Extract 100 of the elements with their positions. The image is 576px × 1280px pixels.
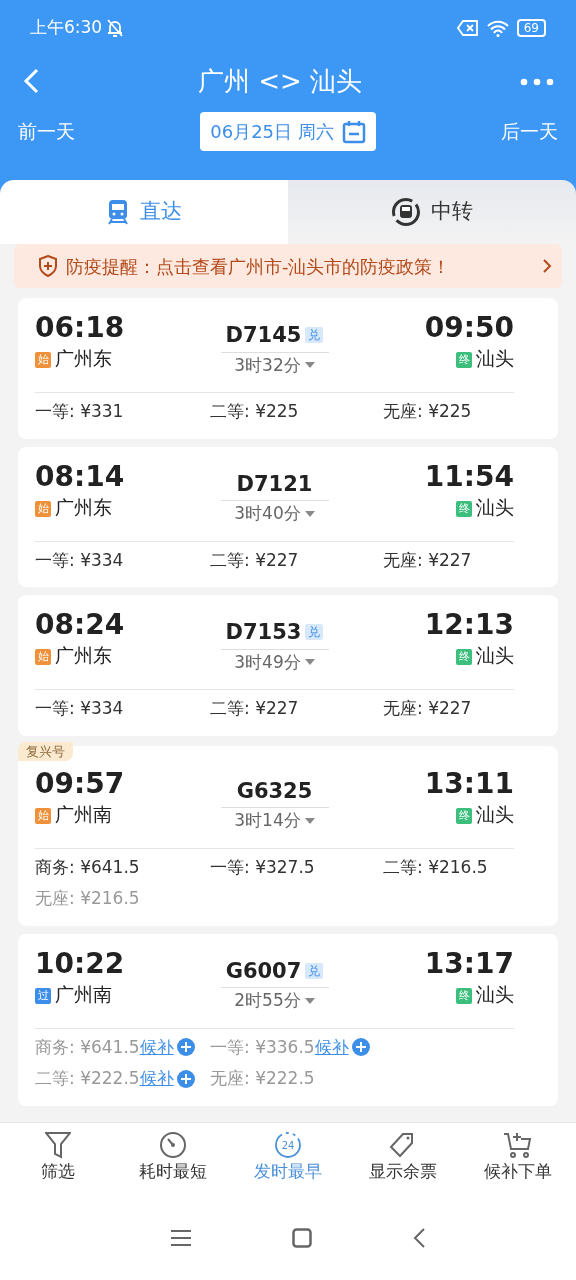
cart-add-icon	[503, 1131, 534, 1159]
home-icon[interactable]	[292, 1228, 312, 1248]
calendar-icon	[341, 119, 366, 144]
fare-price: 一等: ¥336.5	[210, 1035, 315, 1059]
toolbar-button[interactable]: 显示余票	[345, 1131, 461, 1185]
fare-price: 无座: ¥222.5	[210, 1067, 315, 1090]
train-card[interactable]: 06:18 始 广州东 D7145 $^{兑}$ 3时32分 09:50 终 汕头 一等: ¥331 二等: ¥225 无座: ¥225	[18, 298, 558, 439]
fare-price: 一等: ¥334	[35, 548, 124, 572]
departure-station: 广州东	[55, 347, 112, 370]
arrival-time: 13:17	[424, 947, 514, 980]
terminal-tag: 终	[456, 987, 472, 1004]
arrival-station: 汕头	[476, 347, 514, 370]
train-type-badge: 复兴号	[18, 741, 73, 761]
fare-price: 商务: ¥641.5	[35, 1035, 140, 1059]
menu-icon[interactable]	[170, 1229, 192, 1247]
exchange-tag: 兑	[305, 962, 324, 979]
arrival-station: 汕头	[476, 644, 514, 667]
fare-price: 无座: ¥227	[383, 697, 472, 720]
origin-tag: 始	[35, 500, 51, 517]
filter-icon	[44, 1131, 71, 1159]
dropdown-icon[interactable]	[304, 659, 315, 666]
terminal-tag: 终	[456, 500, 472, 517]
waitlist-link[interactable]: 候补	[139, 1034, 174, 1060]
fare-price: 二等: ¥227	[210, 697, 299, 720]
departure-time: 10:22	[35, 947, 125, 980]
train-icon	[106, 199, 130, 225]
arrival-time: 12:13	[424, 609, 514, 642]
fare-price: 二等: ¥216.5	[383, 855, 488, 879]
fare-price: 商务: ¥641.5	[35, 855, 140, 879]
departure-time: 08:14	[35, 460, 125, 493]
arrival-time: 13:11	[424, 767, 514, 800]
train-number[interactable]: G6325	[236, 778, 313, 803]
train-number[interactable]: G6007	[225, 958, 302, 983]
stopwatch-icon	[158, 1131, 187, 1159]
train-card[interactable]: 08:14 始 广州东 D7121 3时40分 11:54 终 汕头 一等: ¥334 二等: ¥227 无座: ¥227	[18, 446, 558, 587]
exchange-tag: 兑	[305, 327, 324, 343]
origin-tag: 始	[35, 352, 51, 369]
arrival-station: 汕头	[476, 802, 514, 825]
train-number[interactable]: D7121	[236, 471, 313, 496]
departure-station: 广州南	[55, 982, 112, 1005]
clock-icon: 24	[274, 1131, 302, 1159]
wifi-icon	[486, 19, 509, 37]
train-card[interactable]: 10:22 过 广州南 G6007 $^{兑}$ 2时55分 13:17 终 汕头 商务: ¥641.5候补 一等: ¥336.5候补 二等: ¥222.5候补 无座: ¥222.5	[18, 933, 558, 1106]
exchange-tag: 兑	[305, 624, 324, 640]
dropdown-icon[interactable]	[304, 510, 315, 517]
train-transfer-icon	[391, 197, 421, 227]
status-time: 上午6:30	[30, 16, 103, 40]
fare-price: 一等: ¥327.5	[210, 855, 315, 879]
fare-price: 一等: ¥331	[35, 400, 124, 423]
arrival-time: 11:54	[424, 460, 514, 493]
fare-price: 无座: ¥225	[383, 400, 472, 423]
terminal-tag: 终	[456, 352, 472, 369]
origin-tag: 始	[35, 807, 51, 824]
terminal-tag: 终	[456, 807, 472, 824]
fare-price: 无座: ¥227	[383, 548, 472, 572]
sim-icon	[456, 20, 479, 36]
add-icon[interactable]	[176, 1069, 195, 1088]
toolbar-button[interactable]: 筛选	[0, 1131, 116, 1185]
fare-price: 二等: ¥225	[210, 400, 299, 423]
fare-price: 二等: ¥227	[210, 548, 299, 572]
battery-indicator: 69	[516, 19, 546, 37]
shield-icon	[38, 255, 58, 277]
chevron-right-icon	[542, 258, 552, 274]
duration: 3时32分	[234, 353, 301, 377]
departure-station: 广州东	[55, 644, 112, 667]
departure-time: 08:24	[35, 609, 125, 642]
more-icon	[520, 77, 554, 86]
origin-tag: 过	[35, 987, 51, 1004]
departure-time: 06:18	[35, 312, 125, 345]
duration: 3时14分	[234, 809, 301, 832]
terminal-tag: 终	[456, 649, 472, 666]
train-card[interactable]: 08:24 始 广州东 D7153 $^{兑}$ 3时49分 12:13 终 汕头 一等: ¥334 二等: ¥227 无座: ¥227	[18, 595, 558, 736]
departure-station: 广州东	[55, 495, 112, 518]
notice-text: 防疫提醒：点击查看广州市-汕头市的防疫政策！	[66, 254, 452, 279]
toolbar-button[interactable]: 候补下单	[460, 1131, 576, 1185]
waitlist-link[interactable]: 候补	[139, 1066, 174, 1092]
train-number[interactable]: D7145	[225, 323, 302, 347]
back-icon[interactable]	[412, 1227, 426, 1249]
arrival-time: 09:50	[424, 312, 514, 345]
arrival-station: 汕头	[476, 495, 514, 518]
fare-price: 无座: ¥216.5	[35, 887, 140, 910]
train-number[interactable]: D7153	[225, 620, 302, 644]
dropdown-icon[interactable]	[304, 362, 315, 369]
notice-banner[interactable]: 防疫提醒：点击查看广州市-汕头市的防疫政策！	[14, 244, 562, 288]
departure-time: 09:57	[35, 767, 125, 800]
duration: 2时55分	[234, 989, 301, 1012]
dropdown-icon[interactable]	[304, 997, 315, 1004]
origin-tag: 始	[35, 649, 51, 666]
waitlist-link[interactable]: 候补	[314, 1034, 349, 1060]
duration: 3时40分	[234, 502, 301, 525]
duration: 3时49分	[234, 650, 301, 674]
bell-off-icon	[106, 18, 125, 38]
fare-price: 一等: ¥334	[35, 697, 124, 720]
add-icon[interactable]	[176, 1038, 195, 1057]
toolbar-button[interactable]: 耗时最短	[115, 1131, 231, 1185]
dropdown-icon[interactable]	[304, 817, 315, 824]
train-card[interactable]: 复兴号 09:57 始 广州南 G6325 3时14分 13:11 终 汕头 商务: ¥641.5 一等: ¥327.5 二等: ¥216.5 无座: ¥216.5	[18, 745, 558, 926]
back-button[interactable]	[22, 68, 40, 94]
add-icon[interactable]	[351, 1038, 370, 1057]
arrival-station: 汕头	[476, 982, 514, 1005]
